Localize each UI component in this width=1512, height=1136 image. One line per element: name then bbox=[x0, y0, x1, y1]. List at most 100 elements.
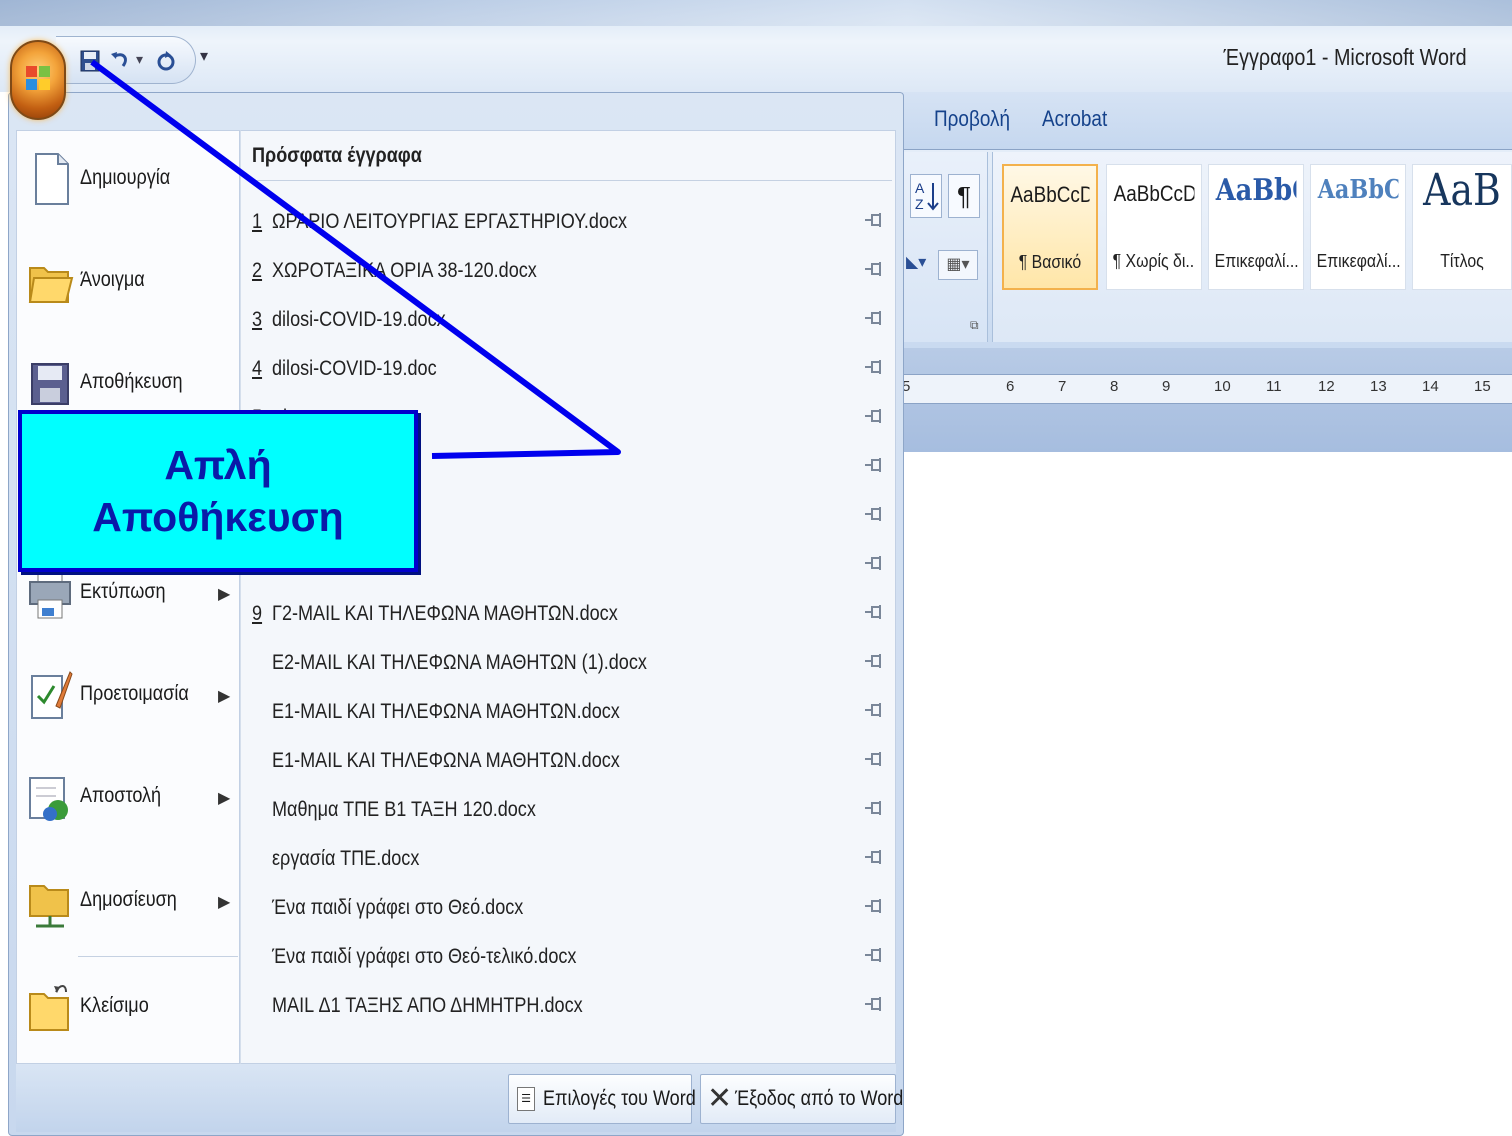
quick-access-toolbar: ▾ bbox=[56, 36, 196, 84]
style-no-spacing[interactable]: AaBbCcDc ¶ Χωρίς δι... bbox=[1106, 164, 1202, 290]
recent-document-item[interactable]: 9 Γ2-MAIL ΚΑΙ ΤΗΛΕΦΩΝΑ ΜΑΘΗΤΩΝ.docx bbox=[250, 588, 890, 637]
recent-document-name: Ε1-MAIL ΚΑΙ ΤΗΛΕΦΩΝΑ ΜΑΘΗΤΩΝ.docx bbox=[272, 749, 620, 772]
recent-documents-header: Πρόσφατα έγγραφα bbox=[252, 144, 422, 167]
pin-icon[interactable] bbox=[864, 308, 886, 328]
style-title[interactable]: AaB Τίτλος bbox=[1412, 164, 1512, 290]
style-heading-1[interactable]: AaBbC( Επικεφαλί... bbox=[1208, 164, 1304, 290]
word-options-label: Επιλογές του Word bbox=[543, 1087, 696, 1110]
exit-x-icon: ✕ bbox=[707, 1082, 733, 1115]
style-heading-2[interactable]: AaBbCc Επικεφαλί... bbox=[1310, 164, 1406, 290]
recent-header-divider bbox=[250, 180, 892, 181]
menu-open[interactable]: Άνοιγμα bbox=[18, 242, 238, 332]
close-folder-icon bbox=[26, 978, 74, 1036]
ruler-number: 12 bbox=[1318, 378, 1335, 395]
redo-icon[interactable] bbox=[152, 47, 180, 75]
save-disk-icon bbox=[26, 354, 74, 412]
menu-label: Αποστολή bbox=[80, 784, 162, 807]
ruler-number: 9 bbox=[1162, 378, 1171, 395]
menu-label: Άνοιγμα bbox=[80, 268, 145, 291]
recent-document-name: εργασία ΤΠΕ.docx bbox=[272, 847, 420, 870]
recent-document-item[interactable]: Ε1-MAIL ΚΑΙ ΤΗΛΕΦΩΝΑ ΜΑΘΗΤΩΝ.docx bbox=[250, 686, 890, 735]
recent-document-name: Μαθημα ΤΠΕ Β1 ΤΑΞΗ 120.docx bbox=[272, 798, 536, 821]
recent-document-item[interactable]: MAIL Δ1 ΤΑΞΗΣ ΑΠΟ ΔΗΜΗΤΡΗ.docx bbox=[250, 980, 890, 1029]
window-top-strip bbox=[0, 0, 1512, 26]
recent-document-item[interactable]: Ένα παιδί γράφει στο Θεό-τελικό.docx bbox=[250, 931, 890, 980]
recent-document-item[interactable]: Ε2-MAIL ΚΑΙ ΤΗΛΕΦΩΝΑ ΜΑΘΗΤΩΝ (1).docx bbox=[250, 637, 890, 686]
publish-icon bbox=[26, 872, 74, 930]
recent-document-name: Ε1-MAIL ΚΑΙ ΤΗΛΕΦΩΝΑ ΜΑΘΗΤΩΝ.docx bbox=[272, 700, 620, 723]
pin-icon[interactable] bbox=[864, 896, 886, 916]
document-canvas[interactable] bbox=[902, 452, 1512, 1136]
sort-icon[interactable]: AZ bbox=[910, 174, 942, 218]
menu-close[interactable]: Κλείσιμο bbox=[18, 968, 238, 1058]
pin-icon[interactable] bbox=[864, 651, 886, 671]
menu-label: Κλείσιμο bbox=[80, 994, 149, 1017]
recent-document-name: MAIL Δ1 ΤΑΞΗΣ ΑΠΟ ΔΗΜΗΤΡΗ.docx bbox=[272, 994, 583, 1017]
pin-icon[interactable] bbox=[864, 798, 886, 818]
pin-icon[interactable] bbox=[864, 259, 886, 279]
paragraph-group: AZ ¶ ◣▾ ▦▾ ⧉ bbox=[902, 152, 988, 342]
pin-icon[interactable] bbox=[864, 504, 886, 524]
recent-document-number: 9 bbox=[252, 602, 263, 625]
menu-divider bbox=[78, 956, 238, 957]
horizontal-ruler[interactable] bbox=[902, 374, 1512, 404]
recent-document-item[interactable]: 1 ΩΡΑΡΙΟ ΛΕΙΤΟΥΡΓΙΑΣ ΕΡΓΑΣΤΗΡΙΟΥ.docx bbox=[250, 196, 890, 245]
menu-publish[interactable]: Δημοσίευση ▶ bbox=[18, 862, 238, 952]
submenu-arrow-icon: ▶ bbox=[218, 894, 231, 911]
tab-acrobat[interactable]: Acrobat bbox=[1042, 106, 1107, 132]
pin-icon[interactable] bbox=[864, 749, 886, 769]
undo-dropdown-icon[interactable]: ▾ bbox=[136, 51, 143, 68]
pin-icon[interactable] bbox=[864, 210, 886, 230]
submenu-arrow-icon: ▶ bbox=[218, 790, 231, 807]
shading-icon[interactable]: ◣▾ bbox=[906, 252, 926, 272]
submenu-arrow-icon: ▶ bbox=[218, 586, 231, 603]
recent-document-item[interactable]: εργασία ΤΠΕ.docx bbox=[250, 833, 890, 882]
style-normal[interactable]: AaBbCcDc ¶ Βασικό bbox=[1002, 164, 1098, 290]
pin-icon[interactable] bbox=[864, 847, 886, 867]
recent-document-item[interactable]: 4 dilosi-COVID-19.doc bbox=[250, 343, 890, 392]
dialog-launcher-icon[interactable]: ⧉ bbox=[970, 318, 979, 333]
undo-icon[interactable] bbox=[106, 47, 134, 75]
tab-view[interactable]: Προβολή bbox=[934, 106, 1010, 132]
printer-icon bbox=[26, 564, 74, 622]
style-label: ¶ Χωρίς δι... bbox=[1112, 251, 1196, 271]
office-button[interactable] bbox=[10, 40, 66, 120]
menu-new[interactable]: Δημιουργία bbox=[18, 140, 238, 230]
menu-label: Δημιουργία bbox=[80, 166, 171, 189]
style-sample: AaBbCcDc bbox=[1113, 181, 1195, 206]
customize-qat-icon[interactable]: ▾ bbox=[200, 46, 208, 66]
new-document-icon bbox=[26, 150, 74, 208]
menu-label: Εκτύπωση bbox=[80, 580, 166, 603]
recent-document-item[interactable]: Ε1-MAIL ΚΑΙ ΤΗΛΕΦΩΝΑ ΜΑΘΗΤΩΝ.docx bbox=[250, 735, 890, 784]
pin-icon[interactable] bbox=[864, 700, 886, 720]
word-options-button[interactable]: ☰ Επιλογές του Word bbox=[508, 1074, 696, 1124]
recent-document-number: 2 bbox=[252, 259, 263, 282]
save-icon[interactable] bbox=[76, 47, 104, 75]
ruler-number: 14 bbox=[1422, 378, 1439, 395]
pin-icon[interactable] bbox=[864, 945, 886, 965]
recent-document-item[interactable]: 2 ΧΩΡΟΤΑΞΙΚΑ ΟΡΙΑ 38-120.docx bbox=[250, 245, 890, 294]
menu-send[interactable]: Αποστολή ▶ bbox=[18, 758, 238, 848]
recent-document-name: Γ2-MAIL ΚΑΙ ΤΗΛΕΦΩΝΑ ΜΑΘΗΤΩΝ.docx bbox=[272, 602, 618, 625]
style-label: Τίτλος bbox=[1440, 251, 1484, 271]
pin-icon[interactable] bbox=[864, 455, 886, 475]
pilcrow-icon[interactable]: ¶ bbox=[948, 174, 980, 218]
window-title: Έγγραφο1 - Microsoft Word bbox=[1223, 44, 1467, 70]
recent-document-name: ΩΡΑΡΙΟ ΛΕΙΤΟΥΡΓΙΑΣ ΕΡΓΑΣΤΗΡΙΟΥ.docx bbox=[272, 210, 628, 233]
svg-text:Z: Z bbox=[915, 196, 924, 212]
pin-icon[interactable] bbox=[864, 553, 886, 573]
pin-icon[interactable] bbox=[864, 994, 886, 1014]
pin-icon[interactable] bbox=[864, 406, 886, 426]
pin-icon[interactable] bbox=[864, 602, 886, 622]
style-label: ¶ Βασικό bbox=[1018, 252, 1082, 272]
recent-document-item[interactable]: Ένα παιδί γράφει στο Θεό.docx bbox=[250, 882, 890, 931]
menu-prepare[interactable]: Προετοιμασία ▶ bbox=[18, 656, 238, 746]
exit-word-button[interactable]: ✕ Έξοδος από το Word bbox=[700, 1074, 903, 1124]
pin-icon[interactable] bbox=[864, 357, 886, 377]
borders-icon[interactable]: ▦▾ bbox=[938, 250, 978, 280]
style-sample: AaBbCcDc bbox=[1010, 182, 1089, 207]
recent-document-item[interactable]: Μαθημα ΤΠΕ Β1 ΤΑΞΗ 120.docx bbox=[250, 784, 890, 833]
recent-document-item[interactable]: 3 dilosi-COVID-19.docx bbox=[250, 294, 890, 343]
open-folder-icon bbox=[26, 252, 74, 310]
word-options-icon: ☰ bbox=[517, 1087, 535, 1111]
